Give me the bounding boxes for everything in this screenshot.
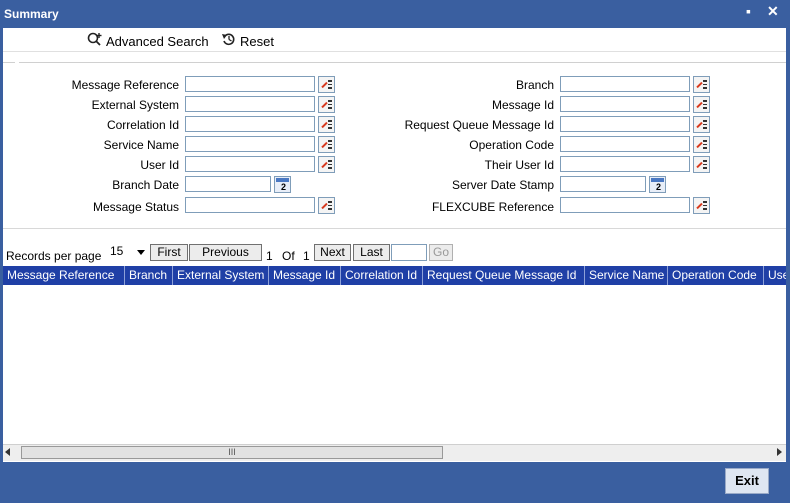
exit-button[interactable]: Exit [725, 468, 769, 494]
window-title: Summary [4, 7, 59, 21]
next-page-button[interactable]: Next [314, 244, 351, 261]
operation-code-lov-icon[interactable] [693, 136, 710, 153]
branch-input[interactable] [560, 76, 690, 92]
external-system-input[interactable] [185, 96, 315, 112]
message-status-lov-icon[interactable] [318, 197, 335, 214]
chevron-down-icon [137, 250, 145, 255]
total-pages-number: 1 [303, 249, 310, 263]
reset-label: Reset [240, 34, 274, 49]
service-name-lov-icon[interactable] [318, 136, 335, 153]
column-header-correlation-id[interactable]: Correlation Id [341, 266, 423, 285]
message-id-input[interactable] [560, 96, 690, 112]
column-header-user-id[interactable]: User Id [764, 266, 786, 285]
advanced-search-button[interactable]: Advanced Search [87, 32, 209, 49]
external-system-lov-icon[interactable] [318, 96, 335, 113]
go-button[interactable]: Go [429, 244, 453, 261]
server-date-stamp-calendar-icon[interactable]: 2 [649, 176, 666, 193]
minimize-icon[interactable]: ▪ [746, 3, 751, 19]
their-user-id-input[interactable] [560, 156, 690, 172]
user-id-label: User Id [140, 158, 179, 172]
last-page-button[interactable]: Last [353, 244, 390, 261]
records-per-page-select[interactable]: 15 [106, 244, 148, 261]
message-reference-label: Message Reference [71, 78, 179, 92]
flexcube-reference-input[interactable] [560, 197, 690, 213]
reset-icon [221, 32, 237, 49]
server-date-stamp-label: Server Date Stamp [451, 178, 554, 192]
title-bar: Summary ▪ ✕ [0, 0, 790, 28]
section-divider [3, 62, 15, 63]
message-status-label: Message Status [92, 200, 179, 214]
flexcube-reference-lov-icon[interactable] [693, 197, 710, 214]
summary-content: Advanced Search Reset Message Reference … [3, 28, 786, 462]
records-per-page-label: Records per page [6, 249, 102, 263]
service-name-input[interactable] [185, 136, 315, 152]
operation-code-input[interactable] [560, 136, 690, 152]
column-header-service-name[interactable]: Service Name [585, 266, 668, 285]
flexcube-reference-label: FLEXCUBE Reference [431, 200, 554, 214]
message-id-label: Message Id [491, 98, 554, 112]
request-queue-message-id-input[interactable] [560, 116, 690, 132]
correlation-id-input[interactable] [185, 116, 315, 132]
branch-date-calendar-icon[interactable]: 2 [274, 176, 291, 193]
results-grid-body [3, 285, 786, 443]
summary-window: Summary ▪ ✕ Advanced Search Reset Messag… [0, 0, 790, 503]
message-status-input[interactable] [185, 197, 315, 213]
go-to-page-input[interactable] [391, 244, 427, 261]
scroll-left-icon[interactable] [5, 448, 10, 456]
user-id-lov-icon[interactable] [318, 156, 335, 173]
branch-label: Branch [515, 78, 554, 92]
their-user-id-lov-icon[interactable] [693, 156, 710, 173]
first-page-button[interactable]: First [150, 244, 188, 261]
request-queue-message-id-lov-icon[interactable] [693, 116, 710, 133]
branch-date-input[interactable] [185, 176, 271, 192]
column-header-message-id[interactable]: Message Id [269, 266, 341, 285]
results-grid-header: Message Reference Branch External System… [3, 266, 786, 285]
branch-date-label: Branch Date [112, 178, 179, 192]
correlation-id-label: Correlation Id [106, 118, 179, 132]
of-label: Of [282, 249, 295, 263]
section-divider [3, 228, 786, 229]
operation-code-label: Operation Code [469, 138, 554, 152]
message-id-lov-icon[interactable] [693, 96, 710, 113]
request-queue-message-id-label: Request Queue Message Id [404, 118, 554, 132]
correlation-id-lov-icon[interactable] [318, 116, 335, 133]
branch-lov-icon[interactable] [693, 76, 710, 93]
user-id-input[interactable] [185, 156, 315, 172]
horizontal-scrollbar[interactable]: III [3, 444, 786, 461]
pagination-bar: Records per page 15 First Previous 1 Of … [3, 242, 786, 264]
current-page-number: 1 [266, 249, 273, 263]
advanced-search-icon [87, 32, 103, 49]
records-per-page-value: 15 [110, 244, 124, 258]
column-header-request-queue-message-id[interactable]: Request Queue Message Id [423, 266, 585, 285]
column-header-branch[interactable]: Branch [125, 266, 173, 285]
scrollbar-thumb[interactable]: III [21, 446, 443, 459]
footer-bar: Exit [0, 462, 790, 503]
reset-button[interactable]: Reset [221, 32, 274, 49]
close-icon[interactable]: ✕ [767, 3, 779, 20]
advanced-search-label: Advanced Search [106, 34, 209, 49]
section-divider [19, 62, 786, 63]
column-header-external-system[interactable]: External System [173, 266, 269, 285]
toolbar: Advanced Search Reset [3, 28, 786, 52]
message-reference-input[interactable] [185, 76, 315, 92]
scroll-right-icon[interactable] [777, 448, 782, 456]
column-header-operation-code[interactable]: Operation Code [668, 266, 764, 285]
service-name-label: Service Name [103, 138, 179, 152]
message-reference-lov-icon[interactable] [318, 76, 335, 93]
column-header-message-reference[interactable]: Message Reference [3, 266, 125, 285]
previous-page-button[interactable]: Previous [189, 244, 262, 261]
their-user-id-label: Their User Id [484, 158, 554, 172]
external-system-label: External System [91, 98, 179, 112]
server-date-stamp-input[interactable] [560, 176, 646, 192]
